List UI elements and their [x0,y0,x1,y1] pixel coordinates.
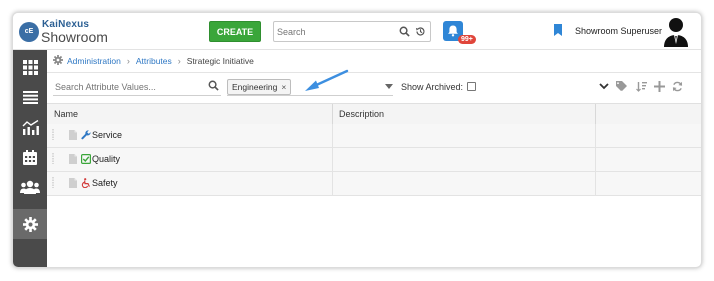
calendar-icon [23,149,37,165]
tags-icon[interactable] [616,80,629,94]
column-divider[interactable] [332,104,333,124]
settings-gear-icon [53,55,63,67]
attribute-search[interactable] [53,79,221,96]
table-row[interactable]: Quality [47,148,701,172]
annotation-arrow [303,69,349,95]
gear-icon [22,216,38,232]
chevron-down-icon[interactable] [599,82,609,92]
sidebar-item-list[interactable] [13,82,47,112]
search-icon[interactable] [208,80,219,93]
divider [47,72,701,73]
attribute-search-input[interactable] [55,80,195,93]
row-label[interactable]: Safety [92,178,118,188]
logo-instance: Showroom [41,29,108,45]
history-icon[interactable] [415,26,426,39]
users-icon [20,180,40,194]
drag-handle-icon[interactable] [51,153,55,166]
search-input[interactable] [277,25,387,38]
sidebar [13,50,47,267]
refresh-icon[interactable] [672,81,683,94]
table-row[interactable]: Service [47,124,701,148]
breadcrumb-current: Strategic Initiative [186,56,254,66]
show-archived: Show Archived: [401,82,477,92]
chart-icon [22,119,39,135]
breadcrumb-administration[interactable]: Administration [67,56,121,66]
document-icon [69,154,77,166]
show-archived-checkbox[interactable] [467,82,477,91]
row-label[interactable]: Quality [92,154,120,164]
top-bar: cE KaiNexus Showroom CREATE 99+ Showroom… [13,13,701,50]
sidebar-item-settings[interactable] [13,209,47,239]
notification-badge: 99+ [458,35,476,44]
checkbox-icon [81,154,92,166]
column-description[interactable]: Description [339,104,384,124]
table-toolbar [599,79,683,95]
attribute-table: Name Description Service Quality Safety [47,103,701,267]
selected-tag-label: Engineering [232,82,278,92]
sidebar-item-people[interactable] [13,172,47,202]
breadcrumb: Administration › Attributes › Strategic … [53,53,254,69]
sidebar-item-reports[interactable] [13,112,47,142]
wrench-icon [81,130,91,142]
kainexus-logo[interactable]: cE KaiNexus Showroom [19,19,115,45]
chevron-right-icon: › [126,56,130,66]
sidebar-item-calendar[interactable] [13,142,47,172]
user-name[interactable]: Showroom Superuser [575,26,662,36]
drag-handle-icon[interactable] [51,129,55,142]
sort-icon[interactable] [636,81,647,94]
chevron-right-icon: › [177,56,181,66]
cell-divider [595,124,596,147]
drag-handle-icon[interactable] [51,177,55,190]
row-label[interactable]: Service [92,130,122,140]
column-name[interactable]: Name [54,104,78,124]
table-row[interactable]: Safety [47,172,701,196]
cell-divider [332,172,333,195]
bookmark-icon[interactable] [554,24,562,38]
avatar[interactable] [661,15,691,47]
grid-icon [22,59,38,75]
breadcrumb-attributes[interactable]: Attributes [136,56,172,66]
list-icon [22,90,38,104]
table-header: Name Description [47,103,701,125]
wheelchair-icon [81,178,91,190]
cell-divider [595,148,596,171]
cell-divider [595,172,596,195]
global-search[interactable] [273,21,431,42]
search-icon[interactable] [399,26,410,39]
selected-tag-chip[interactable]: Engineering × [227,79,292,95]
plus-icon[interactable] [654,80,665,94]
create-button[interactable]: CREATE [209,21,261,42]
cell-divider [332,148,333,171]
column-divider[interactable] [595,104,596,124]
chevron-down-icon[interactable] [385,82,393,92]
document-icon [69,130,77,142]
sidebar-item-apps[interactable] [13,52,47,82]
logo-mark: cE [19,22,39,42]
document-icon [69,178,77,190]
remove-tag-icon[interactable]: × [281,82,286,92]
cell-divider [332,124,333,147]
app-window: cE KaiNexus Showroom CREATE 99+ Showroom… [12,12,702,268]
show-archived-label: Show Archived: [401,82,464,92]
